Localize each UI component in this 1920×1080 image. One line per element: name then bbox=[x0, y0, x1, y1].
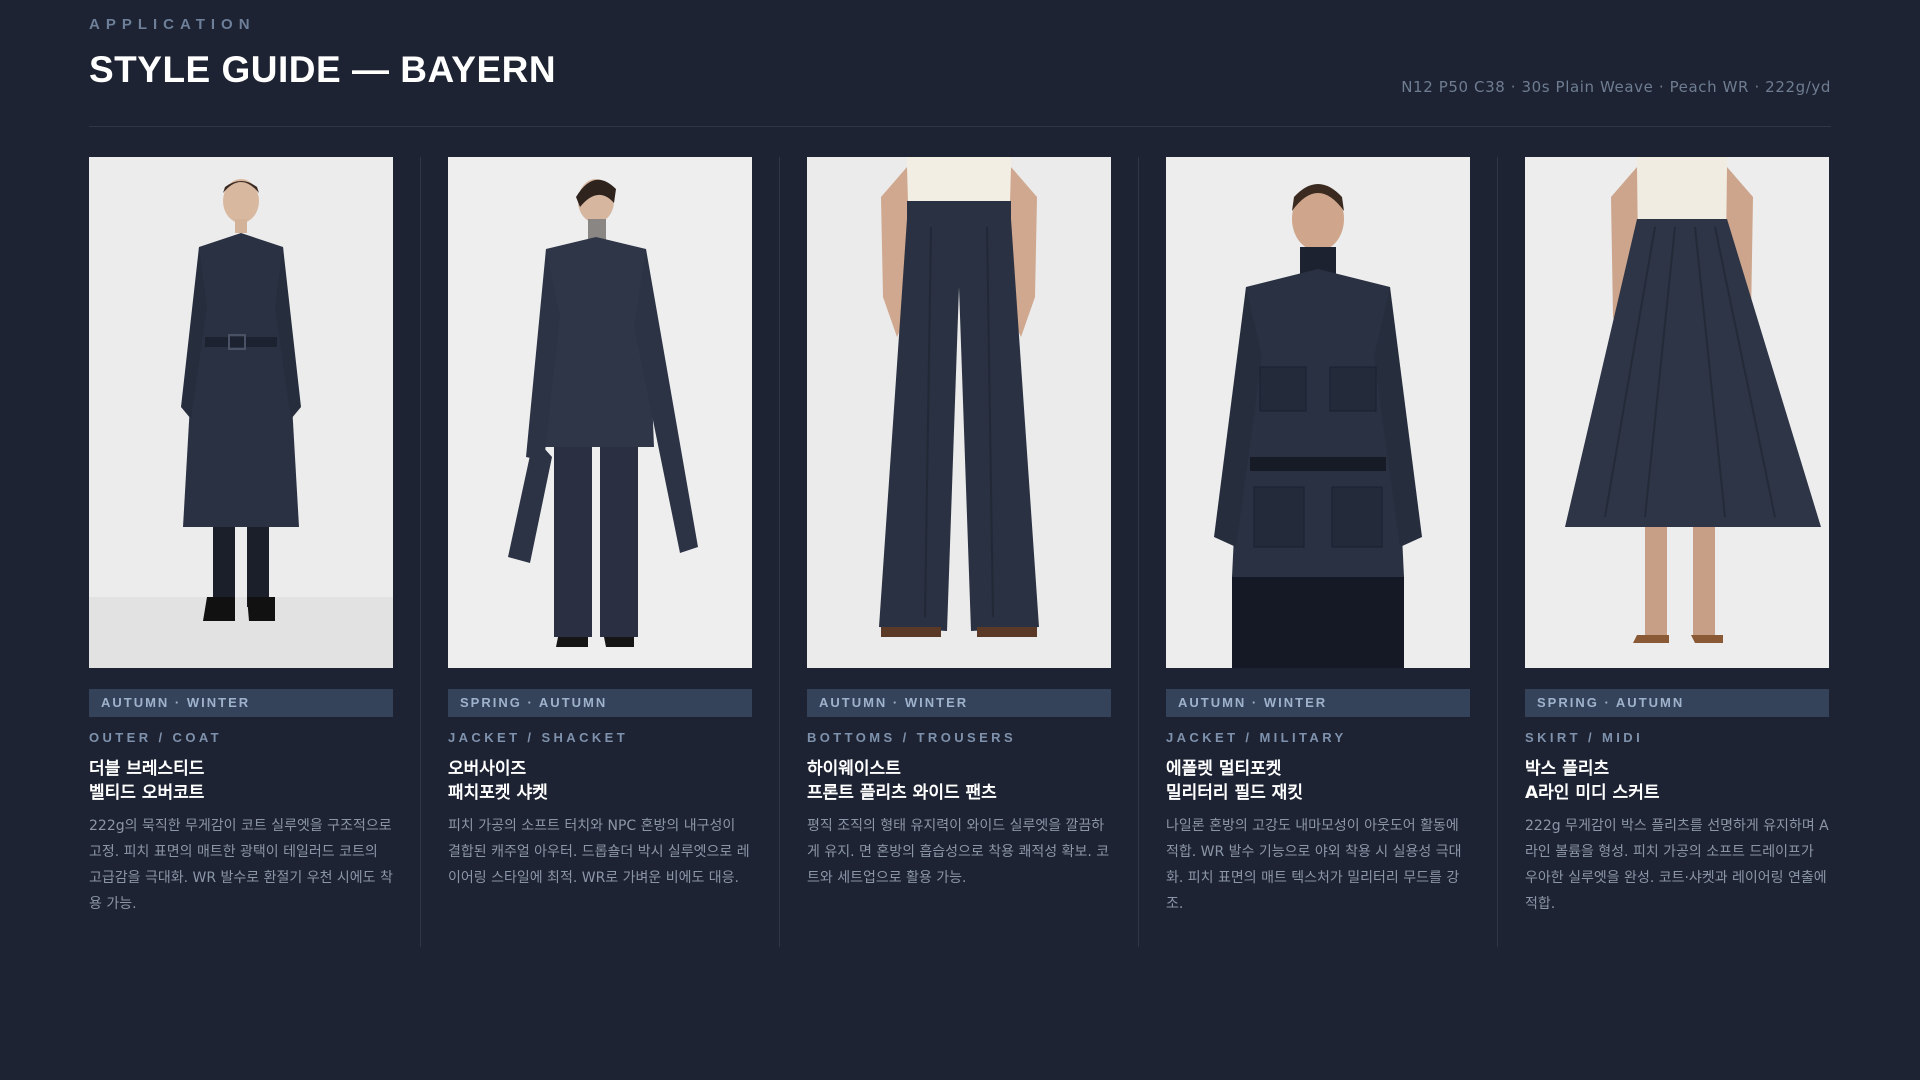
header-divider bbox=[89, 126, 1831, 127]
shacket-model-image bbox=[448, 157, 752, 668]
product-description: 피치 가공의 소프트 터치와 NPC 혼방의 내구성이 결합된 캐주얼 아우터.… bbox=[448, 818, 750, 886]
card-divider bbox=[752, 157, 807, 947]
page-header: APPLICATION STYLE GUIDE — BAYERN N12 P50… bbox=[89, 16, 1831, 96]
eyebrow-label: APPLICATION bbox=[89, 16, 256, 33]
product-description: 222g 무게감이 박스 플리츠를 선명하게 유지하며 A라인 볼륨을 형성. … bbox=[1525, 818, 1829, 912]
season-tag: SPRING · AUTUMN bbox=[448, 689, 752, 717]
category-label: OUTER / COAT bbox=[89, 730, 222, 745]
product-name-line2: A라인 미디 스커트 bbox=[1525, 783, 1660, 803]
season-tag: AUTUMN · WINTER bbox=[89, 689, 393, 717]
category-label: JACKET / MILITARY bbox=[1166, 730, 1347, 745]
product-name-line1: 에폴렛 멀티포켓 bbox=[1166, 759, 1282, 779]
style-card-trousers[interactable]: AUTUMN · WINTER BOTTOMS / TROUSERS 하이웨이스… bbox=[807, 157, 1111, 947]
coat-model-image bbox=[89, 157, 393, 668]
style-card-field-jacket[interactable]: AUTUMN · WINTER JACKET / MILITARY 에폴렛 멀티… bbox=[1166, 157, 1470, 947]
season-tag: SPRING · AUTUMN bbox=[1525, 689, 1829, 717]
product-name-line2: 밀리터리 필드 재킷 bbox=[1166, 783, 1303, 803]
card-divider bbox=[393, 157, 448, 947]
skirt-model-image bbox=[1525, 157, 1829, 668]
product-name: 더블 브레스티드 벨티드 오버코트 bbox=[89, 757, 393, 805]
trousers-model-image bbox=[807, 157, 1111, 668]
style-card-row: AUTUMN · WINTER OUTER / COAT 더블 브레스티드 벨티… bbox=[89, 157, 1831, 947]
fabric-spec: N12 P50 C38 · 30s Plain Weave · Peach WR… bbox=[1401, 78, 1831, 96]
product-description: 평직 조직의 형태 유지력이 와이드 실루엣을 깔끔하게 유지. 면 혼방의 흡… bbox=[807, 818, 1110, 886]
product-photo-field-jacket bbox=[1166, 157, 1470, 668]
product-name-line2: 벨티드 오버코트 bbox=[89, 783, 205, 803]
product-name-line1: 오버사이즈 bbox=[448, 759, 527, 779]
card-divider bbox=[1111, 157, 1166, 947]
product-name: 박스 플리츠 A라인 미디 스커트 bbox=[1525, 757, 1829, 805]
style-card-skirt[interactable]: SPRING · AUTUMN SKIRT / MIDI 박스 플리츠 A라인 … bbox=[1525, 157, 1829, 947]
season-tag: AUTUMN · WINTER bbox=[807, 689, 1111, 717]
field-jacket-model-image bbox=[1166, 157, 1470, 668]
product-photo-coat bbox=[89, 157, 393, 668]
category-label: SKIRT / MIDI bbox=[1525, 730, 1644, 745]
product-name: 오버사이즈 패치포켓 샤켓 bbox=[448, 757, 752, 805]
product-name-line1: 하이웨이스트 bbox=[807, 759, 901, 779]
season-tag: AUTUMN · WINTER bbox=[1166, 689, 1470, 717]
category-label: JACKET / SHACKET bbox=[448, 730, 629, 745]
product-name: 하이웨이스트 프론트 플리츠 와이드 팬츠 bbox=[807, 757, 1111, 805]
category-label: BOTTOMS / TROUSERS bbox=[807, 730, 1017, 745]
product-photo-skirt bbox=[1525, 157, 1829, 668]
product-name-line2: 패치포켓 샤켓 bbox=[448, 783, 548, 803]
product-description: 나일론 혼방의 고강도 내마모성이 아웃도어 활동에 적합. WR 발수 기능으… bbox=[1166, 818, 1462, 912]
style-card-shacket[interactable]: SPRING · AUTUMN JACKET / SHACKET 오버사이즈 패… bbox=[448, 157, 752, 947]
product-name-line1: 박스 플리츠 bbox=[1525, 759, 1610, 779]
card-divider bbox=[1470, 157, 1525, 947]
product-name-line1: 더블 브레스티드 bbox=[89, 759, 205, 779]
product-photo-shacket bbox=[448, 157, 752, 668]
product-photo-trousers bbox=[807, 157, 1111, 668]
product-description: 222g의 묵직한 무게감이 코트 실루엣을 구조적으로 고정. 피치 표면의 … bbox=[89, 818, 393, 912]
product-name-line2: 프론트 플리츠 와이드 팬츠 bbox=[807, 783, 997, 803]
style-card-coat[interactable]: AUTUMN · WINTER OUTER / COAT 더블 브레스티드 벨티… bbox=[89, 157, 393, 947]
product-name: 에폴렛 멀티포켓 밀리터리 필드 재킷 bbox=[1166, 757, 1470, 805]
